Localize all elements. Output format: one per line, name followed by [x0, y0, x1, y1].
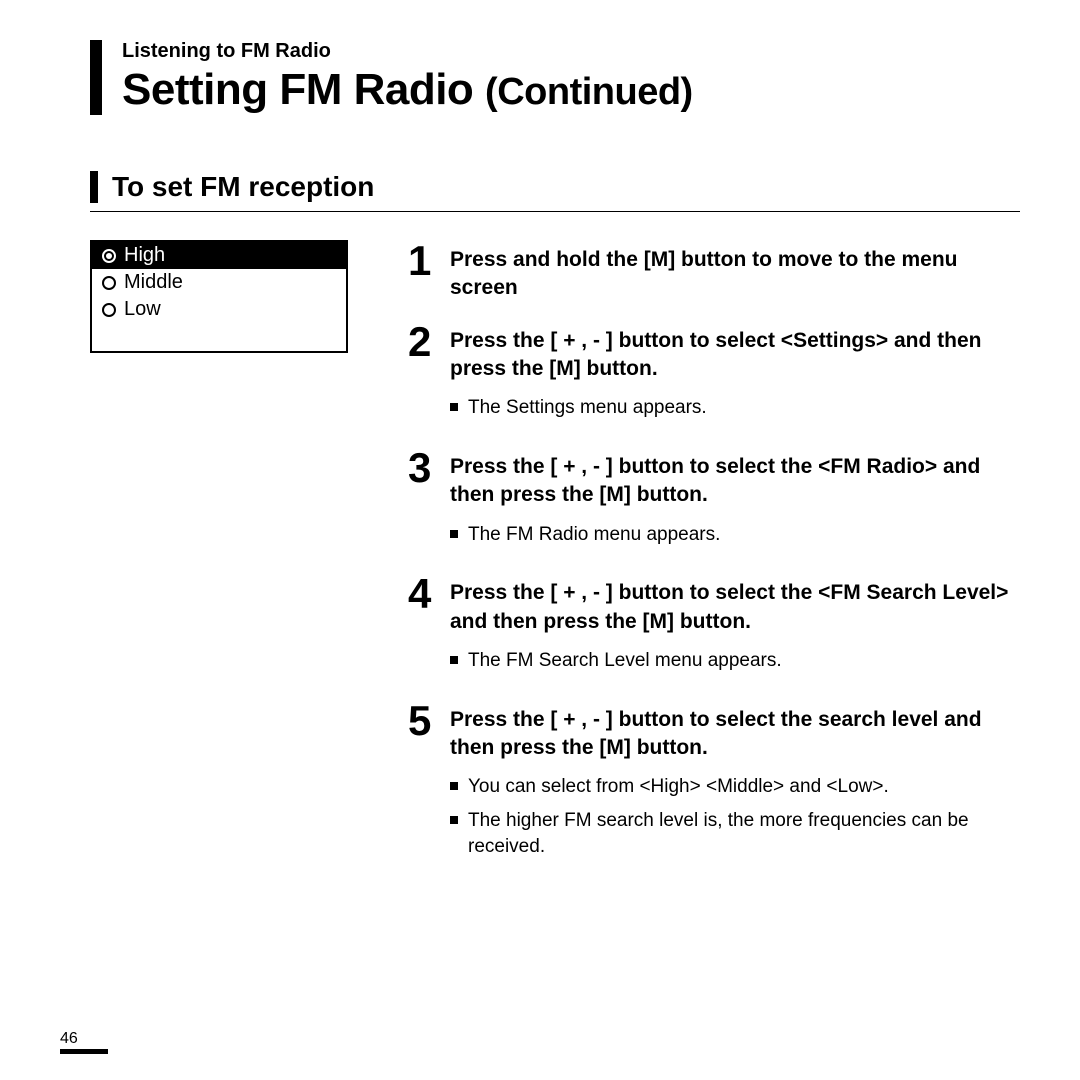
step-note: The Settings menu appears.: [450, 395, 1020, 421]
step-note: The higher FM search level is, the more …: [450, 808, 1020, 859]
menu-item-label: High: [124, 244, 165, 267]
page-title-continued: (Continued): [485, 71, 693, 113]
menu-item-label: Middle: [124, 271, 183, 294]
step-notes: The FM Radio menu appears.: [450, 522, 1020, 548]
page-number: 46: [60, 1030, 78, 1048]
step-number: 2: [408, 321, 436, 363]
step-text-post: ] button.: [624, 483, 708, 506]
step-number: 4: [408, 573, 436, 615]
page-title-main: Setting FM Radio: [122, 65, 473, 114]
step-number: 5: [408, 700, 436, 742]
menu-item-high: High: [92, 242, 346, 269]
section-divider: [90, 211, 1020, 212]
step-text-pre: Press the [ + , - ] button to select the…: [450, 708, 982, 759]
step-note: You can select from <High> <Middle> and …: [450, 774, 1020, 800]
reception-menu: High Middle Low: [90, 240, 348, 353]
step-notes: The Settings menu appears.: [450, 395, 1020, 421]
step-text-pre: Press the [ + , - ] button to select <Se…: [450, 329, 982, 380]
menu-item-low: Low: [92, 296, 346, 323]
section-bar-icon: [90, 171, 98, 203]
radio-icon: [102, 276, 116, 290]
step-text-post: ] button.: [624, 736, 708, 759]
step: 3 Press the [ + , - ] button to select th…: [408, 447, 1020, 555]
step-body: Press the [ + , - ] button to select the…: [450, 447, 1020, 555]
page-title: Setting FM Radio (Continued): [122, 65, 1020, 115]
step-text-post: ] button.: [667, 610, 751, 633]
step-body: Press the [ + , - ] button to select the…: [450, 700, 1020, 868]
menu-item-middle: Middle: [92, 269, 346, 296]
step-note-text: The FM Search Level menu appears.: [468, 648, 782, 674]
step-text-pre: Press the [ + , - ] button to select the…: [450, 455, 980, 506]
m-button-icon: M: [606, 481, 624, 509]
steps-list: 1 Press and hold the [M] button to move t…: [408, 240, 1020, 885]
step-instruction: Press the [ + , - ] button to select the…: [450, 579, 1020, 636]
step: 4 Press the [ + , - ] button to select th…: [408, 573, 1020, 681]
m-button-icon: M: [651, 246, 669, 274]
step-number: 1: [408, 240, 436, 282]
step-text-post: ] button.: [574, 357, 658, 380]
step-instruction: Press and hold the [M] button to move to…: [450, 246, 1020, 303]
step-instruction: Press the [ + , - ] button to select <Se…: [450, 327, 1020, 384]
step-notes: The FM Search Level menu appears.: [450, 648, 1020, 674]
step: 5 Press the [ + , - ] button to select th…: [408, 700, 1020, 868]
step-number: 3: [408, 447, 436, 489]
radio-icon: [102, 303, 116, 317]
menu-item-label: Low: [124, 298, 161, 321]
section-title: To set FM reception: [112, 171, 374, 203]
step-note: The FM Search Level menu appears.: [450, 648, 1020, 674]
step-note-text: The higher FM search level is, the more …: [468, 808, 1020, 859]
step-body: Press the [ + , - ] button to select the…: [450, 573, 1020, 681]
m-button-icon: M: [650, 608, 668, 636]
step-instruction: Press the [ + , - ] button to select the…: [450, 706, 1020, 763]
step: 2 Press the [ + , - ] button to select <S…: [408, 321, 1020, 429]
step-note-text: The FM Radio menu appears.: [468, 522, 720, 548]
step-note-text: The Settings menu appears.: [468, 395, 707, 421]
page-header: Listening to FM Radio Setting FM Radio (…: [90, 40, 1020, 115]
section-header: To set FM reception: [90, 171, 1020, 203]
m-button-icon: M: [556, 355, 574, 383]
chapter-label: Listening to FM Radio: [122, 40, 1020, 63]
step-instruction: Press the [ + , - ] button to select the…: [450, 453, 1020, 510]
step: 1 Press and hold the [M] button to move t…: [408, 240, 1020, 303]
step-note-text: You can select from <High> <Middle> and …: [468, 774, 889, 800]
radio-icon: [102, 249, 116, 263]
step-note: The FM Radio menu appears.: [450, 522, 1020, 548]
step-body: Press the [ + , - ] button to select <Se…: [450, 321, 1020, 429]
step-body: Press and hold the [M] button to move to…: [450, 240, 1020, 303]
step-text-pre: Press and hold the [: [450, 248, 651, 271]
m-button-icon: M: [606, 734, 624, 762]
step-notes: You can select from <High> <Middle> and …: [450, 774, 1020, 859]
